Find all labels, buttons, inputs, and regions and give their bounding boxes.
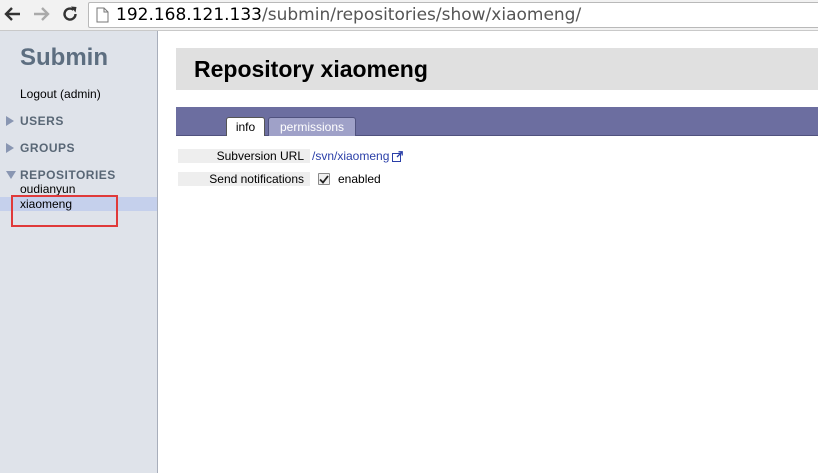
- url-path: /submin/repositories/show/xiaomeng/: [262, 5, 582, 25]
- field-row-subversion-url: Subversion URL /svn/xiaomeng: [178, 149, 404, 163]
- sidebar: Submin Logout (admin) USERS GROUPS REPOS…: [0, 31, 158, 473]
- forward-arrow-icon: [34, 7, 50, 21]
- sidebar-item-oudianyun[interactable]: oudianyun: [0, 182, 157, 196]
- send-notifications-checkbox[interactable]: [318, 173, 330, 185]
- sidebar-section-groups[interactable]: GROUPS: [6, 141, 75, 155]
- send-notifications-label: Send notifications: [178, 172, 310, 186]
- external-link-icon[interactable]: [392, 150, 404, 162]
- subversion-url-link[interactable]: /svn/xiaomeng: [312, 149, 389, 163]
- triangle-right-icon: [6, 116, 20, 126]
- url-host: 192.168.121.133: [116, 5, 263, 25]
- address-bar[interactable]: 192.168.121.133/submin/repositories/show…: [88, 2, 818, 28]
- page-icon: [96, 7, 109, 23]
- tab-permissions[interactable]: permissions: [268, 117, 356, 136]
- subversion-url-label: Subversion URL: [178, 149, 310, 163]
- field-row-send-notifications: Send notifications enabled: [178, 172, 381, 186]
- logout-link[interactable]: Logout (admin): [20, 87, 101, 101]
- app-logo[interactable]: Submin: [20, 44, 108, 72]
- annotation-highlight-box: [11, 195, 118, 227]
- back-arrow-icon: [4, 7, 20, 21]
- tab-info[interactable]: info: [226, 117, 265, 136]
- sidebar-section-repositories[interactable]: REPOSITORIES: [6, 168, 116, 182]
- reload-icon: [63, 6, 77, 21]
- triangle-down-icon: [6, 171, 20, 179]
- sidebar-section-label: REPOSITORIES: [20, 168, 116, 182]
- send-notifications-value: enabled: [338, 172, 381, 186]
- url-text: 192.168.121.133/submin/repositories/show…: [116, 4, 581, 26]
- tab-bar: info permissions: [176, 107, 818, 136]
- forward-button[interactable]: [30, 3, 52, 25]
- checkmark-icon: [319, 174, 329, 184]
- back-button[interactable]: [2, 3, 24, 25]
- sidebar-section-label: USERS: [20, 114, 64, 128]
- sidebar-section-users[interactable]: USERS: [6, 114, 64, 128]
- browser-toolbar: 192.168.121.133/submin/repositories/show…: [0, 0, 818, 31]
- page-header: Repository xiaomeng: [176, 48, 818, 90]
- page-title: Repository xiaomeng: [194, 56, 428, 82]
- triangle-right-icon: [6, 143, 20, 153]
- reload-button[interactable]: [59, 3, 81, 25]
- sidebar-section-label: GROUPS: [20, 141, 76, 155]
